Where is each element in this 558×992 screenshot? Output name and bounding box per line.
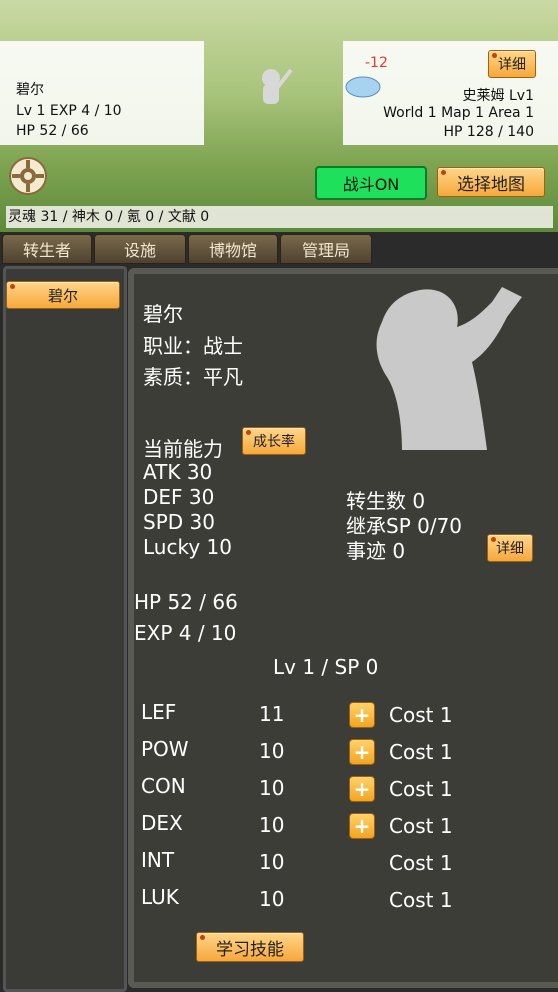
stat-row-name: LEF [141, 700, 177, 724]
plus-icon[interactable]: + [349, 702, 375, 728]
character-exp: EXP 4 / 10 [134, 621, 237, 645]
tab-reincarnator[interactable]: 转生者 [2, 234, 92, 264]
tab-administration[interactable]: 管理局 [280, 234, 372, 264]
character-portrait [376, 287, 522, 450]
stat-row-value: 11 [259, 702, 285, 726]
plus-icon[interactable]: + [349, 739, 375, 765]
player-hp: HP 52 / 66 [16, 123, 89, 139]
stat-row-value: 10 [259, 887, 285, 911]
character-list-item[interactable]: 碧尔 [6, 281, 120, 309]
enemy-name: 史莱姆 Lv1 [462, 88, 534, 104]
player-sprite-icon [262, 68, 293, 104]
player-name: 碧尔 [16, 82, 44, 98]
stat-row-value: 10 [259, 739, 285, 763]
stat-row-name: CON [141, 774, 186, 798]
stat-row-name: DEX [141, 811, 183, 835]
learn-skill-button[interactable]: 学习技能 [196, 932, 304, 962]
character-quality: 素质：平凡 [143, 365, 243, 389]
level-sp: Lv 1 / SP 0 [273, 655, 379, 679]
stat-row-cost: Cost 1 [389, 703, 453, 727]
character-name: 碧尔 [143, 302, 183, 326]
stat-row-name: INT [141, 848, 175, 872]
stat-row-value: 10 [259, 776, 285, 800]
stat-lucky: Lucky 10 [143, 535, 232, 559]
stat-row-cost: Cost 1 [389, 740, 453, 764]
stat-row-cost: Cost 1 [389, 851, 453, 875]
stat-row-cost: Cost 1 [389, 814, 453, 838]
deeds-count: 事迹 0 [346, 539, 406, 563]
player-info-panel: 碧尔 Lv 1 EXP 4 / 10 HP 52 / 66 [0, 41, 204, 145]
growth-rate-button[interactable]: 成长率 [242, 427, 306, 455]
battle-toggle-button[interactable]: 战斗ON [315, 166, 427, 200]
stat-row-cost: Cost 1 [389, 888, 453, 912]
stat-row-value: 10 [259, 813, 285, 837]
select-map-button[interactable]: 选择地图 [437, 167, 545, 197]
deeds-detail-button[interactable]: 详细 [487, 534, 533, 562]
ability-title: 当前能力 [143, 437, 223, 461]
enemy-location: World 1 Map 1 Area 1 [383, 105, 534, 121]
stat-atk: ATK 30 [143, 460, 213, 484]
stat-spd: SPD 30 [143, 510, 215, 534]
stat-row-value: 10 [259, 850, 285, 874]
character-hp: HP 52 / 66 [134, 590, 238, 614]
gear-icon[interactable] [8, 156, 48, 196]
tab-facilities[interactable]: 设施 [94, 234, 186, 264]
character-job: 职业：战士 [143, 334, 243, 358]
enemy-detail-button[interactable]: 详细 [488, 50, 536, 78]
slime-icon [345, 76, 381, 98]
plus-icon[interactable]: + [349, 813, 375, 839]
player-level-exp: Lv 1 EXP 4 / 10 [16, 103, 122, 119]
damage-number: -12 [365, 55, 388, 71]
enemy-hp: HP 128 / 140 [443, 124, 534, 140]
stat-row-cost: Cost 1 [389, 777, 453, 801]
stat-def: DEF 30 [143, 485, 215, 509]
character-list [3, 266, 127, 992]
stat-row-name: LUK [141, 885, 179, 909]
plus-icon[interactable]: + [349, 776, 375, 802]
resource-bar: 灵魂 31 / 神木 0 / 氪 0 / 文献 0 [6, 206, 553, 228]
tab-museum[interactable]: 博物馆 [188, 234, 278, 264]
stat-row-name: POW [141, 737, 189, 761]
